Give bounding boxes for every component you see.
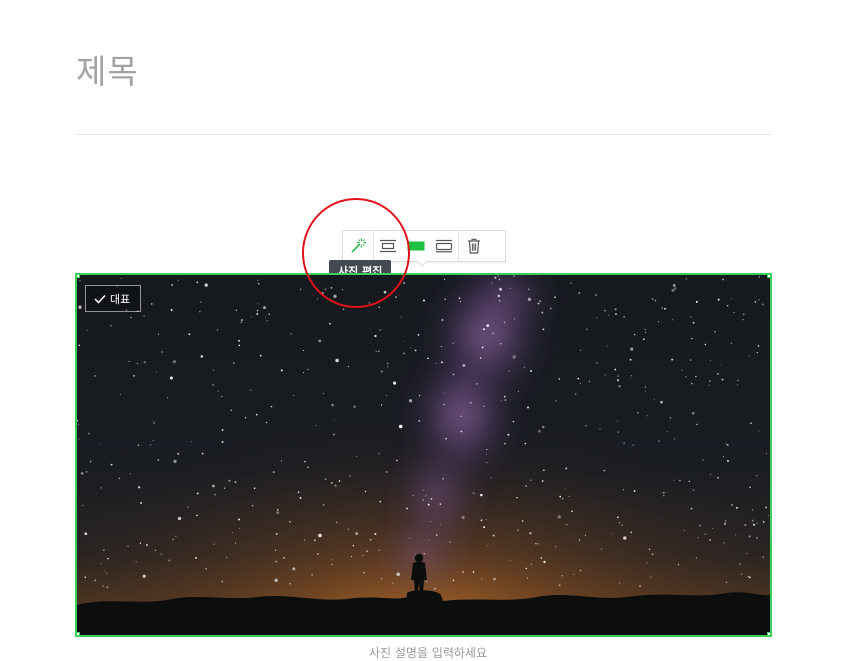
resize-handle-bottom-left[interactable]	[77, 632, 80, 635]
image-full-width-icon	[407, 241, 425, 251]
toolbar-pointer	[417, 261, 427, 267]
image-small-icon	[380, 239, 396, 253]
align-document-button[interactable]	[430, 231, 458, 261]
delete-button[interactable]	[459, 231, 489, 261]
image-document-width-icon	[435, 239, 453, 253]
align-full-button[interactable]	[402, 231, 430, 261]
photo-edit-button[interactable]	[343, 231, 373, 261]
representative-image-toggle[interactable]: 대표	[85, 285, 141, 312]
align-small-button[interactable]	[374, 231, 402, 261]
image-toolbar	[342, 230, 506, 262]
title-input[interactable]: 제목	[76, 52, 139, 92]
title-divider	[76, 134, 771, 135]
resize-handle-top-left[interactable]	[77, 275, 80, 278]
night-sky-photo	[77, 275, 770, 635]
selected-image[interactable]	[75, 273, 772, 637]
magic-wand-icon	[351, 238, 366, 253]
checkmark-icon	[94, 294, 106, 304]
resize-handle-bottom-right[interactable]	[767, 632, 770, 635]
resize-handle-top-right[interactable]	[767, 275, 770, 278]
representative-label: 대표	[110, 292, 131, 306]
trash-icon	[468, 238, 480, 254]
